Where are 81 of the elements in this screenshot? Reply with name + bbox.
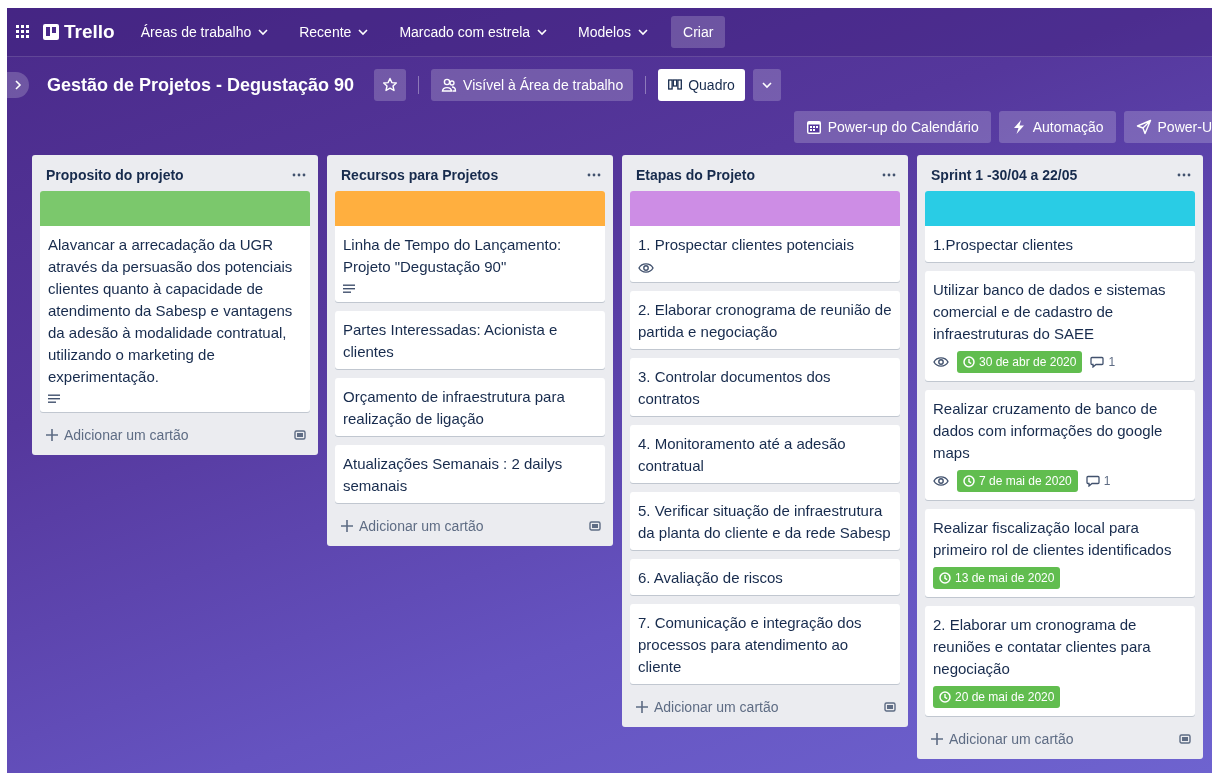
board-title[interactable]: Gestão de Projetos - Degustação 90: [47, 74, 355, 96]
paper-plane-icon: [1135, 119, 1152, 135]
add-card-button[interactable]: Adicionar um cartão: [931, 731, 1074, 747]
visibility-button[interactable]: Visível à Área de trabalho: [431, 69, 634, 101]
star-button[interactable]: [374, 69, 407, 101]
card[interactable]: Utilizar banco de dados e sistemas comercial e de cadastro de infraestruturas do SAEE 30 de abr de 2020 1: [925, 271, 1195, 381]
card-title: Realizar cruzamento de banco de dados com informações do google maps: [932, 399, 1164, 463]
chevron-down-icon: [536, 26, 549, 38]
more-icon[interactable]: [292, 173, 306, 177]
board-icon: [668, 79, 683, 91]
template-icon[interactable]: [589, 520, 601, 532]
card-title: 2. Elaborar um cronograma de reuniões e contatar clientes para negociação: [932, 615, 1152, 679]
template-icon[interactable]: [294, 429, 306, 441]
card[interactable]: 7. Comunicação e integração dos processos para atendimento ao cliente: [630, 604, 900, 684]
card[interactable]: [40, 191, 310, 412]
clock-icon: [939, 572, 951, 584]
card[interactable]: 4. Monitoramento até a adesão contratual: [630, 425, 900, 483]
nav-menu[interactable]: Modelos: [570, 18, 657, 46]
toolbar-button[interactable]: Automação: [998, 111, 1116, 143]
chevron-down-icon: [357, 26, 370, 38]
chevron-down-icon: [637, 26, 649, 38]
create-button[interactable]: Criar: [671, 16, 726, 48]
app-logo-text[interactable]: Trello: [64, 21, 115, 43]
plus-icon: [46, 429, 58, 441]
plus-icon: [931, 733, 943, 745]
plus-icon: [636, 701, 648, 713]
card[interactable]: 1. Prospectar clientes potenciais: [630, 191, 900, 282]
more-icon[interactable]: [882, 173, 896, 177]
calendar-icon: [805, 119, 822, 135]
more-icon[interactable]: [1177, 173, 1191, 177]
comment-count: 1: [1108, 355, 1116, 369]
comment-icon: [1085, 475, 1100, 487]
card[interactable]: Realizar fiscalização local para primeiro rol de clientes identificados 13 de mai de 2020: [925, 509, 1195, 597]
apps-menu-icon[interactable]: [15, 24, 31, 40]
card-title: 1.Prospectar clientes: [932, 235, 1075, 255]
add-card-button[interactable]: Adicionar um cartão: [636, 699, 779, 715]
card[interactable]: 2. Elaborar um cronograma de reuniões e contatar clientes para negociação 20 de mai de 2020: [925, 606, 1195, 716]
card[interactable]: Partes Interessadas: Acionista e clientes: [335, 311, 605, 369]
clock-icon: [963, 475, 975, 487]
card[interactable]: Linha de Tempo do Lançamento: Projeto "Degustação 90": [335, 191, 605, 302]
comment-icon: [1090, 356, 1105, 368]
card-title: Alavancar a arrecadação da UGR através da persuasão dos potenciais clientes quanto à capacidade de atendimento da Sabesp e vantagens da adesão à modalidade contratual, utilizando o marketing de experimentação.: [47, 235, 294, 387]
add-card-button[interactable]: Adicionar um cartão: [341, 518, 484, 534]
nav-menu[interactable]: Áreas de trabalho: [132, 18, 278, 46]
card-title: Linha de Tempo do Lançamento: Projeto "Degustação 90": [342, 235, 563, 277]
add-card-button[interactable]: Adicionar um cartão: [46, 427, 189, 443]
chevron-down-icon: [257, 26, 270, 38]
plus-icon: [341, 520, 353, 532]
card[interactable]: Orçamento de infraestrutura para realização de ligação: [335, 378, 605, 436]
comment-count: 1: [1103, 474, 1111, 488]
card-title: Realizar fiscalização local para primeiro rol de clientes identificados: [932, 518, 1173, 560]
chevron-down-icon: [760, 79, 773, 91]
card[interactable]: 6. Avaliação de riscos: [630, 559, 900, 595]
toolbar-button[interactable]: Power-U: [1123, 111, 1212, 143]
card[interactable]: Realizar cruzamento de banco de dados com informações do google maps 7 de mai de 2020 1: [925, 390, 1195, 500]
toolbar-button[interactable]: Power-up do Calendário: [793, 111, 991, 143]
star-icon: [382, 77, 399, 93]
nav-menu[interactable]: Marcado com estrela: [391, 18, 557, 46]
sidebar-toggle[interactable]: [7, 72, 29, 98]
card[interactable]: 1.Prospectar clientes: [925, 191, 1195, 262]
card[interactable]: Atualizações Semanais : 2 dailys semanais: [335, 445, 605, 503]
chevron-right-icon: [13, 80, 23, 90]
board-view-button[interactable]: Quadro: [658, 69, 745, 101]
card-title: Utilizar banco de dados e sistemas comercial e de cadastro de infraestruturas do SAEE: [932, 280, 1167, 344]
clock-icon: [963, 356, 975, 368]
template-icon[interactable]: [884, 701, 896, 713]
clock-icon: [939, 691, 951, 703]
list-title[interactable]: Sprint 1 -30/04 a 22/05: [931, 167, 1078, 183]
board-logo-icon: [43, 24, 59, 40]
list-title[interactable]: Etapas do Projeto: [636, 167, 756, 183]
card[interactable]: 3. Controlar documentos dos contratos: [630, 358, 900, 416]
card-title: 1. Prospectar clientes potenciais: [637, 235, 855, 255]
people-icon: [441, 77, 458, 93]
card[interactable]: 5. Verificar situação de infraestrutura da planta do cliente e da rede Sabesp: [630, 492, 900, 550]
list-title[interactable]: Proposito do projeto: [46, 167, 184, 183]
more-icon[interactable]: [587, 173, 601, 177]
nav-menu[interactable]: Recente: [291, 18, 378, 46]
template-icon[interactable]: [1179, 733, 1191, 745]
list-title[interactable]: Recursos para Projetos: [341, 167, 499, 183]
view-switcher-button[interactable]: [752, 69, 781, 101]
card[interactable]: 2. Elaborar cronograma de reunião de partida e negociação: [630, 291, 900, 349]
